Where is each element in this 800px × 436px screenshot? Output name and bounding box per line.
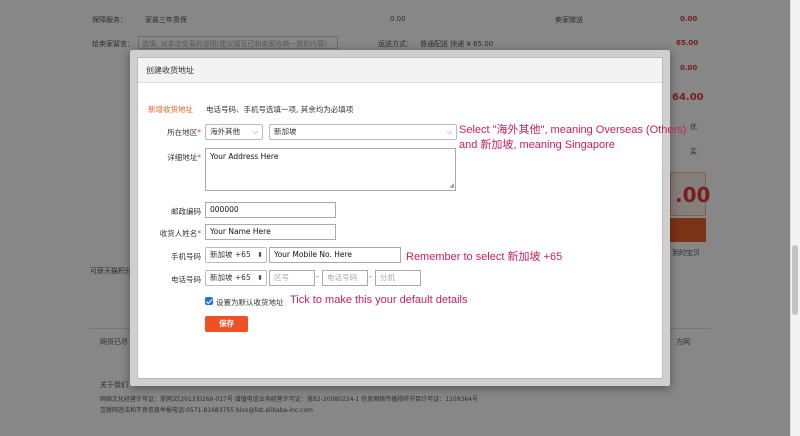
required-hint: 电话号码、手机号选填一项, 其余均为必填项 [206,105,354,114]
phone-number-input[interactable]: 电话号码 [322,270,368,286]
updown-arrows-icon: ⬍ [257,251,263,259]
recipient-name-input[interactable]: Your Name Here [205,224,336,240]
phone-label: 电话号码 [171,275,201,284]
default-address-label[interactable]: 设置为默认收货地址 [216,297,284,308]
phone-separator: - [369,272,372,281]
phone-country-code-select[interactable]: 新加坡 +65 ⬍ [205,270,267,286]
annotation-region-line2: and 新加坡, meaning Singapore [459,139,615,151]
dialog-title: 创建收货地址 [138,58,662,83]
dialog-body: 创建收货地址 新增收货地址 电话号码、手机号选填一项, 其余均为必填项 所在地区… [137,57,663,379]
save-button[interactable]: 保存 [205,316,248,332]
updown-arrows-icon: ⬍ [257,274,263,282]
mobile-country-code-select[interactable]: 新加坡 +65 ⬍ [205,247,267,263]
scrollbar-thumb[interactable] [792,245,798,315]
annotation-mobile-note: Remember to select 新加坡 +65 [406,251,563,263]
page-scrollbar[interactable] [790,0,800,436]
region-country-select[interactable]: 海外其他 ⌵ [205,124,263,140]
chevron-down-icon: ⌵ [252,128,258,136]
address-textarea[interactable]: Your Address Here ◢ [205,148,456,191]
recipient-name-label: 收货人姓名* [159,229,201,238]
mobile-label: 手机号码 [171,252,201,261]
address-label: 详细地址* [167,153,201,162]
phone-separator: - [316,272,319,281]
annotation-region-line1: Select "海外其他", meaning Overseas (Others) [459,124,687,136]
default-address-checkbox[interactable] [205,297,213,305]
postcode-input[interactable]: 000000 [205,202,336,218]
region-city-select[interactable]: 新加坡 ⌵ [269,124,457,140]
phone-extension-input[interactable]: 分机 [375,270,421,286]
postcode-label: 邮政编码 [171,207,201,216]
region-label: 所在地区* [167,128,201,137]
annotation-default-note: Tick to make this your default details [290,294,468,306]
chevron-down-icon: ⌵ [446,128,452,136]
mobile-input[interactable]: Your Mobile No. Here [269,247,401,263]
resize-grip-icon[interactable]: ◢ [449,182,454,189]
section-title: 新增收货地址 [148,105,193,114]
phone-area-code-input[interactable]: 区号 [269,270,315,286]
create-address-dialog: 创建收货地址 新增收货地址 电话号码、手机号选填一项, 其余均为必填项 所在地区… [130,50,670,386]
